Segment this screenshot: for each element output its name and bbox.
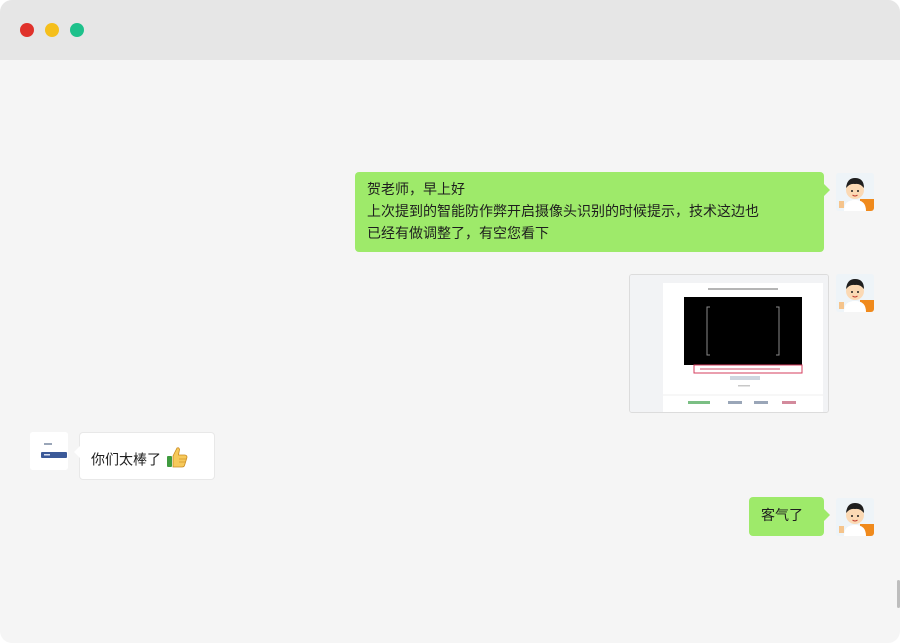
company-logo-avatar-icon [30,432,68,470]
outgoing-message-bubble[interactable]: 贺老师，早上好 上次提到的智能防作弊开启摄像头识别的时候提示，技术这边也 已经有… [355,172,830,252]
close-window-button[interactable] [20,23,34,37]
message-line: 贺老师，早上好 [367,182,465,198]
cartoon-boy-avatar-icon [836,498,874,536]
self-avatar[interactable] [836,173,874,211]
message-text: 你们太棒了 [91,452,161,469]
message-line: 上次提到的智能防作弊开启摄像头识别的时候提示，技术这边也 [367,204,759,220]
contact-avatar[interactable] [30,432,68,470]
thumbs-up-icon [165,445,189,476]
title-bar [0,0,900,60]
message-line: 已经有做调整了，有空您看下 [367,226,549,242]
self-avatar[interactable] [836,498,874,536]
minimize-window-button[interactable] [45,23,59,37]
message-list[interactable]: 贺老师，早上好 上次提到的智能防作弊开启摄像头识别的时候提示，技术这边也 已经有… [0,60,900,643]
zoom-window-button[interactable] [70,23,84,37]
cartoon-boy-avatar-icon [836,274,874,312]
incoming-message-bubble[interactable]: 你们太棒了 [74,432,215,480]
outgoing-message-bubble[interactable]: 客气了 [749,497,830,536]
screenshot-thumbnail-icon [630,275,828,412]
outgoing-image-message[interactable] [629,274,829,413]
chat-window: 贺老师，早上好 上次提到的智能防作弊开启摄像头识别的时候提示，技术这边也 已经有… [0,0,900,643]
message-text: 客气了 [761,508,803,524]
cartoon-boy-avatar-icon [836,173,874,211]
self-avatar[interactable] [836,274,874,312]
